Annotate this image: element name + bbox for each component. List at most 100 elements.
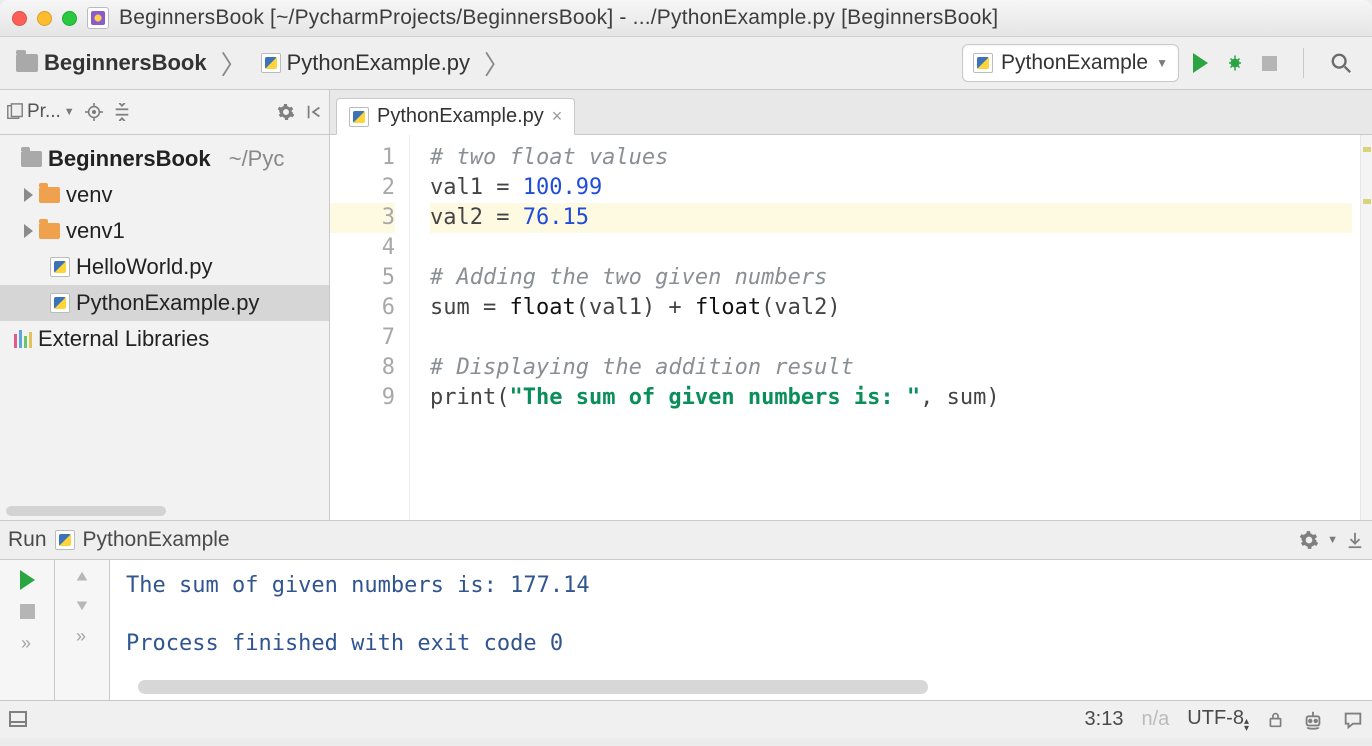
editor: PythonExample.py × 1 2 3 4 5 6 7 8 9 # t… <box>330 90 1372 520</box>
window-title: BeginnersBook [~/PycharmProjects/Beginne… <box>119 6 1360 30</box>
zoom-window-button[interactable] <box>62 11 77 26</box>
breadcrumb-file[interactable]: PythonExample.py <box>255 50 476 76</box>
tree-root[interactable]: BeginnersBook ~/Pyc <box>0 141 329 177</box>
code-token-comment: # Adding the two given numbers <box>430 265 827 290</box>
inspection-widget[interactable] <box>1302 709 1324 731</box>
python-file-icon <box>55 530 75 550</box>
run-toolbar-nav: » <box>55 560 110 700</box>
code-token: print( <box>430 385 509 410</box>
line-gutter: 1 2 3 4 5 6 7 8 9 <box>330 135 410 520</box>
project-tool-window: Pr... ▼ BeginnersBook ~/Pyc venv <box>0 90 330 520</box>
close-tab-button[interactable]: × <box>552 106 563 127</box>
project-icon <box>6 103 24 121</box>
console-line: Process finished with exit code 0 <box>126 628 1356 660</box>
python-file-icon <box>973 53 993 73</box>
line-separator[interactable]: n/a <box>1141 708 1169 731</box>
tree-item-label: venv <box>66 179 112 211</box>
breadcrumb-project[interactable]: BeginnersBook <box>10 50 213 76</box>
editor-annotation-rail[interactable] <box>1360 135 1372 520</box>
run-tool-window-header: Run PythonExample ▼ <box>0 520 1372 560</box>
code-text[interactable]: # two float values val1 = 100.99 val2 = … <box>410 135 1372 520</box>
folder-icon <box>39 187 60 203</box>
run-panel-label: Run <box>8 528 47 552</box>
stop-button[interactable] <box>20 604 35 619</box>
python-file-icon <box>50 293 70 313</box>
project-tree[interactable]: BeginnersBook ~/Pyc venv venv1 HelloWorl… <box>0 135 329 363</box>
hide-button[interactable] <box>305 103 323 121</box>
app-icon <box>87 7 109 29</box>
tree-external-libraries[interactable]: External Libraries <box>0 321 329 357</box>
line-number: 3 <box>330 203 395 233</box>
chevron-right-icon: 〉 <box>480 45 514 82</box>
horizontal-scrollbar[interactable] <box>138 680 928 694</box>
line-number: 9 <box>330 383 395 413</box>
code-token: float <box>695 295 761 320</box>
libraries-icon <box>14 330 32 348</box>
code-area[interactable]: 1 2 3 4 5 6 7 8 9 # two float values val… <box>330 135 1372 520</box>
editor-tab[interactable]: PythonExample.py × <box>336 98 575 135</box>
read-only-toggle[interactable] <box>1267 711 1284 728</box>
more-button[interactable]: » <box>21 633 33 654</box>
export-button[interactable] <box>1346 531 1364 549</box>
tool-windows-button[interactable] <box>8 709 28 731</box>
more-button[interactable]: » <box>76 626 88 647</box>
code-token: val1 = <box>430 175 523 200</box>
run-configuration-dropdown[interactable]: PythonExample ▼ <box>962 44 1179 82</box>
line-number: 8 <box>330 353 395 383</box>
code-token: float <box>509 295 575 320</box>
sort-icon: ▴▾ <box>1244 718 1249 732</box>
console-output[interactable]: The sum of given numbers is: 177.14 Proc… <box>110 560 1372 700</box>
notifications-button[interactable] <box>1342 709 1364 731</box>
line-number: 1 <box>330 143 395 173</box>
search-button[interactable] <box>1330 52 1352 74</box>
tree-item[interactable]: HelloWorld.py <box>0 249 329 285</box>
run-tool-window: » » The sum of given numbers is: 177.14 … <box>0 560 1372 700</box>
up-button[interactable] <box>75 570 89 584</box>
window-titlebar: BeginnersBook [~/PycharmProjects/Beginne… <box>0 0 1372 37</box>
divider <box>1303 48 1304 78</box>
code-token: , sum) <box>920 385 999 410</box>
code-token: (val2) <box>761 295 840 320</box>
line-number: 7 <box>330 323 395 353</box>
stop-button[interactable] <box>1262 56 1277 71</box>
line-number: 2 <box>330 173 395 203</box>
minimize-window-button[interactable] <box>37 11 52 26</box>
code-token <box>430 233 1352 263</box>
expand-toggle-icon[interactable] <box>24 188 33 202</box>
code-token-number: 100.99 <box>523 175 602 200</box>
run-configuration-label: PythonExample <box>1001 51 1148 75</box>
chevron-down-icon: ▼ <box>1156 56 1168 70</box>
tree-item-selected[interactable]: PythonExample.py <box>0 285 329 321</box>
console-line: The sum of given numbers is: 177.14 <box>126 570 1356 602</box>
folder-icon <box>16 54 38 72</box>
window-controls <box>12 11 77 26</box>
down-button[interactable] <box>75 598 89 612</box>
code-token: (val1) + <box>576 295 695 320</box>
close-window-button[interactable] <box>12 11 27 26</box>
run-button[interactable] <box>1193 53 1208 73</box>
line-number: 4 <box>330 233 395 263</box>
tree-item[interactable]: venv1 <box>0 213 329 249</box>
tree-item[interactable]: venv <box>0 177 329 213</box>
locate-button[interactable] <box>85 103 103 121</box>
navigation-bar: BeginnersBook 〉 PythonExample.py 〉 Pytho… <box>0 37 1372 90</box>
cursor-position[interactable]: 3:13 <box>1085 708 1124 731</box>
rerun-button[interactable] <box>20 570 35 590</box>
editor-tab-label: PythonExample.py <box>377 105 544 128</box>
horizontal-scrollbar[interactable] <box>6 506 166 516</box>
run-toolbar-left: » <box>0 560 55 700</box>
debug-button[interactable] <box>1226 54 1244 72</box>
code-token-number: 76.15 <box>523 205 589 230</box>
run-panel-name: PythonExample <box>83 528 230 552</box>
expand-toggle-icon[interactable] <box>24 224 33 238</box>
line-number: 6 <box>330 293 395 323</box>
settings-button[interactable] <box>1299 530 1319 550</box>
file-encoding[interactable]: UTF-8▴▾ <box>1187 707 1249 732</box>
code-token: sum = <box>430 295 509 320</box>
tree-root-name: BeginnersBook <box>48 143 211 175</box>
chevron-down-icon: ▼ <box>64 106 75 118</box>
collapse-all-button[interactable] <box>113 103 131 121</box>
chevron-down-icon: ▼ <box>1327 534 1338 546</box>
project-view-dropdown[interactable]: Pr... ▼ <box>6 101 75 123</box>
settings-button[interactable] <box>277 103 295 121</box>
